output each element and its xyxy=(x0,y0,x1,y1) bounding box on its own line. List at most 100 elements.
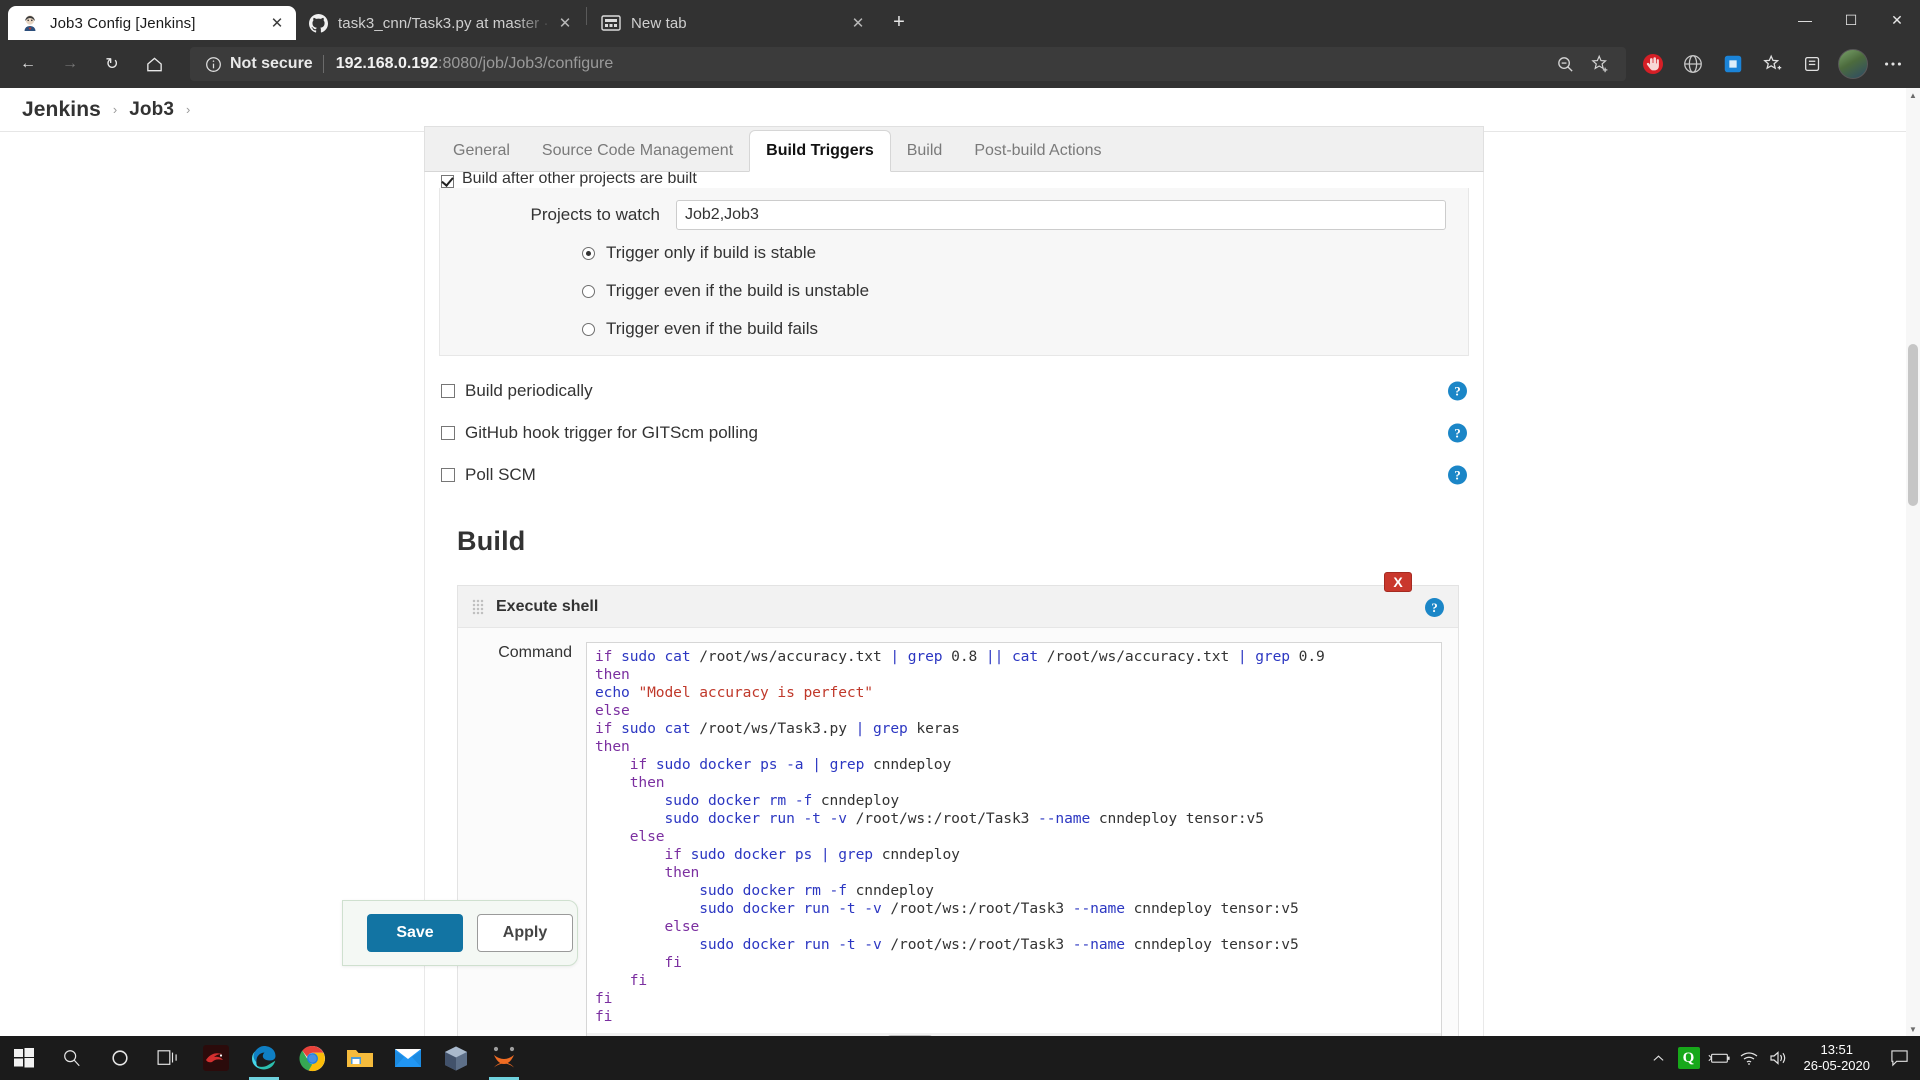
save-button[interactable]: Save xyxy=(367,914,463,952)
chevron-up-icon[interactable] xyxy=(1644,1036,1674,1080)
radio-row-unstable[interactable]: Trigger even if the build is unstable xyxy=(440,272,1468,310)
battery-icon[interactable] xyxy=(1704,1036,1734,1080)
address-bar[interactable]: Not secure 192.168.0.192:8080/job/Job3/c… xyxy=(190,47,1626,81)
scroll-down-arrow-icon[interactable]: ▼ xyxy=(1906,1022,1920,1036)
page-scrollbar-thumb[interactable] xyxy=(1908,344,1918,506)
poll-scm-label: Poll SCM xyxy=(465,465,536,485)
command-textarea[interactable]: if sudo cat /root/ws/accuracy.txt | grep… xyxy=(586,642,1442,1036)
browser-tab-github[interactable]: task3_cnn/Task3.py at master · ra ✕ xyxy=(296,6,584,40)
scroll-up-arrow-icon[interactable]: ▲ xyxy=(1906,88,1920,102)
taskbar-clock[interactable]: 13:51 26-05-2020 xyxy=(1794,1042,1885,1074)
tab-divider xyxy=(586,7,587,25)
tab-post-build-actions[interactable]: Post-build Actions xyxy=(958,131,1117,171)
collections-star-icon[interactable] xyxy=(1754,46,1792,82)
google-chrome-icon[interactable] xyxy=(288,1036,336,1080)
breadcrumb-job3[interactable]: Job3 xyxy=(129,99,174,121)
browser-tab-title: task3_cnn/Task3.py at master · ra xyxy=(338,15,554,32)
build-after-other-projects-checkbox-row[interactable]: Build after other projects are built xyxy=(425,172,1483,188)
close-icon[interactable]: ✕ xyxy=(847,12,869,34)
radio-label-fails: Trigger even if the build fails xyxy=(606,319,818,339)
tab-general[interactable]: General xyxy=(437,131,526,171)
delete-builder-button[interactable]: X xyxy=(1384,572,1412,592)
file-explorer-icon[interactable] xyxy=(336,1036,384,1080)
notification-icon[interactable] xyxy=(1884,1036,1914,1080)
poll-scm-row[interactable]: Poll SCM ? xyxy=(425,454,1483,496)
star-add-icon[interactable] xyxy=(1588,51,1614,77)
breadcrumb-jenkins[interactable]: Jenkins xyxy=(22,98,101,122)
address-actions xyxy=(1552,51,1616,77)
github-hook-trigger-row[interactable]: GitHub hook trigger for GITScm polling ? xyxy=(425,412,1483,454)
adblock-icon[interactable] xyxy=(1634,46,1672,82)
jenkins-page: Jenkins › Job3 › General Source Code Man… xyxy=(0,88,1920,1036)
tab-build-triggers[interactable]: Build Triggers xyxy=(749,130,891,172)
checkbox-github-hook-trigger[interactable] xyxy=(441,426,455,440)
checkbox-build-periodically[interactable] xyxy=(441,384,455,398)
virtualbox-icon[interactable] xyxy=(432,1036,480,1080)
radio-trigger-even-if-fails[interactable] xyxy=(582,323,595,336)
help-icon[interactable]: ? xyxy=(1448,424,1467,443)
minimize-button[interactable]: — xyxy=(1782,0,1828,40)
jupyter-icon[interactable] xyxy=(480,1036,528,1080)
github-hook-trigger-label: GitHub hook trigger for GITScm polling xyxy=(465,423,758,443)
config-tabbar: General Source Code Management Build Tri… xyxy=(424,126,1484,172)
mail-icon[interactable] xyxy=(384,1036,432,1080)
address-host: 192.168.0.192 xyxy=(336,55,438,72)
task-view-icon[interactable] xyxy=(144,1036,192,1080)
refresh-icon[interactable]: ↻ xyxy=(92,46,132,82)
browser-toolbar-icons xyxy=(1634,46,1912,82)
radio-trigger-even-if-unstable[interactable] xyxy=(582,285,595,298)
close-window-button[interactable]: ✕ xyxy=(1874,0,1920,40)
help-icon[interactable]: ? xyxy=(1448,382,1467,401)
build-periodically-row[interactable]: Build periodically ? xyxy=(425,370,1483,412)
microsoft-edge-icon[interactable] xyxy=(240,1036,288,1080)
breadcrumb-separator: › xyxy=(186,102,190,117)
radio-row-stable[interactable]: Trigger only if build is stable xyxy=(440,234,1468,272)
projects-to-watch-input[interactable]: Job2,Job3 xyxy=(676,200,1446,230)
globe-icon[interactable] xyxy=(1674,46,1712,82)
radio-label-stable: Trigger only if build is stable xyxy=(606,243,816,263)
new-tab-button[interactable]: + xyxy=(883,6,915,38)
help-icon[interactable]: ? xyxy=(1448,466,1467,485)
extension-icon[interactable] xyxy=(1714,46,1752,82)
browser-tab-newtab[interactable]: New tab ✕ xyxy=(589,6,877,40)
tab-build[interactable]: Build xyxy=(891,131,959,171)
build-after-other-projects-panel: Projects to watch Job2,Job3 Trigger only… xyxy=(439,188,1469,356)
back-icon[interactable]: ← xyxy=(8,46,48,82)
tab-source-code-management[interactable]: Source Code Management xyxy=(526,131,749,171)
radio-trigger-only-if-stable[interactable] xyxy=(582,247,595,260)
address-divider xyxy=(323,55,324,73)
windows-start-icon[interactable] xyxy=(0,1036,48,1080)
quick-access-badge[interactable]: Q xyxy=(1674,1036,1704,1080)
job-config-area: General Source Code Management Build Tri… xyxy=(0,132,1920,1036)
execute-shell-title: Execute shell xyxy=(496,598,598,616)
close-icon[interactable]: ✕ xyxy=(266,12,288,34)
volume-icon[interactable] xyxy=(1764,1036,1794,1080)
window-controls: — ☐ ✕ xyxy=(1782,0,1920,40)
profile-avatar[interactable] xyxy=(1838,49,1868,79)
build-after-other-projects-label: Build after other projects are built xyxy=(462,172,697,188)
cortana-icon[interactable] xyxy=(96,1036,144,1080)
maximize-button[interactable]: ☐ xyxy=(1828,0,1874,40)
kali-linux-icon[interactable] xyxy=(192,1036,240,1080)
browser-tab-jenkins[interactable]: Job3 Config [Jenkins] ✕ xyxy=(8,6,296,40)
settings-more-icon[interactable] xyxy=(1874,46,1912,82)
apply-button[interactable]: Apply xyxy=(477,914,573,952)
checkbox-poll-scm[interactable] xyxy=(441,468,455,482)
command-code: if sudo cat /root/ws/accuracy.txt | grep… xyxy=(587,643,1441,1026)
forward-icon[interactable]: → xyxy=(50,46,90,82)
info-circle-icon xyxy=(204,55,222,73)
help-icon[interactable]: ? xyxy=(1425,598,1444,617)
checkbox-build-after-other-projects[interactable] xyxy=(441,175,454,188)
search-icon[interactable] xyxy=(48,1036,96,1080)
close-icon[interactable]: ✕ xyxy=(554,12,576,34)
radio-row-fails[interactable]: Trigger even if the build fails xyxy=(440,310,1468,355)
page-scrollbar[interactable]: ▲ ▼ xyxy=(1906,88,1920,1036)
collections-icon[interactable] xyxy=(1794,46,1832,82)
newtab-icon xyxy=(601,13,621,33)
zoom-out-icon[interactable] xyxy=(1552,51,1578,77)
wifi-icon[interactable] xyxy=(1734,1036,1764,1080)
drag-handle-icon[interactable] xyxy=(472,599,484,615)
home-icon[interactable] xyxy=(134,46,174,82)
address-url: 192.168.0.192:8080/job/Job3/configure xyxy=(336,55,614,73)
q-badge-label: Q xyxy=(1678,1047,1700,1069)
